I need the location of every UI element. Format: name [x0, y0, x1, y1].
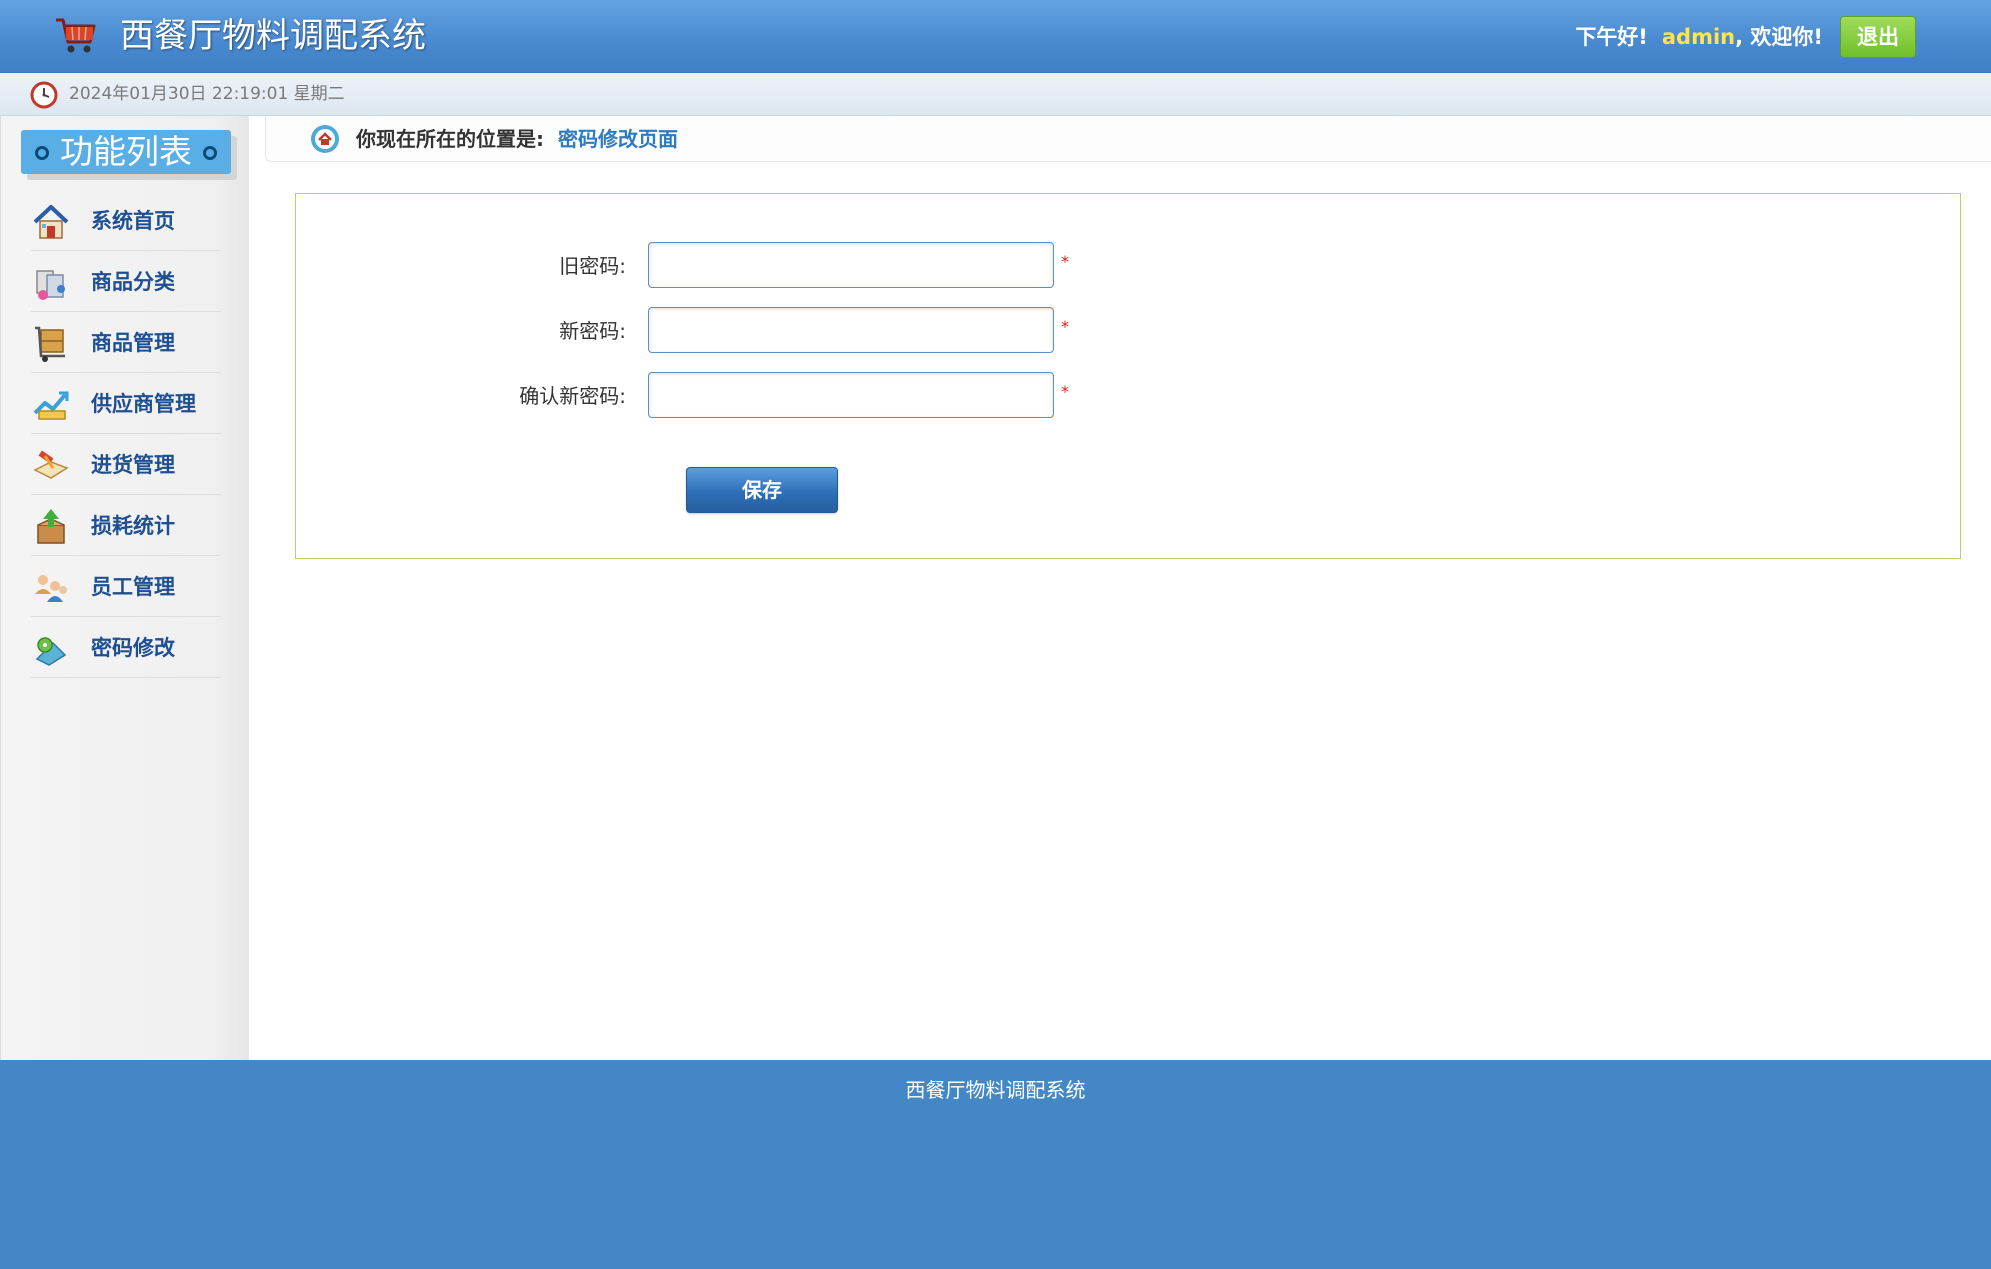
shopping-cart-icon: [56, 18, 96, 53]
breadcrumb-current-page[interactable]: 密码修改页面: [558, 125, 678, 153]
sidebar-item-purchase[interactable]: 进货管理: [31, 434, 221, 495]
sidebar-item-label: 密码修改: [91, 636, 175, 660]
new-password-label: 新密码:: [559, 319, 626, 343]
sidebar-item-password[interactable]: 密码修改: [31, 617, 221, 678]
old-password-input[interactable]: [648, 242, 1054, 288]
sidebar-item-label: 商品分类: [91, 270, 175, 294]
sidebar-item-supplier[interactable]: 供应商管理: [31, 373, 221, 434]
confirm-password-input[interactable]: [648, 372, 1054, 418]
required-mark: *: [1061, 317, 1069, 336]
sidebar-item-label: 供应商管理: [91, 392, 196, 416]
sidebar-item-home[interactable]: 系统首页: [31, 190, 221, 251]
title-dot-right-icon: [203, 146, 217, 160]
save-button[interactable]: 保存: [686, 467, 838, 513]
sidebar-item-label: 系统首页: [91, 209, 175, 233]
home-icon: [33, 205, 69, 239]
date-bar: 2024年01月30日 22:19:01 星期二: [0, 73, 1991, 116]
loss-box-icon: [37, 509, 65, 544]
confirm-password-row: 确认新密码: *: [296, 372, 1496, 420]
breadcrumb: 你现在所在的位置是: 密码修改页面: [265, 116, 1991, 162]
password-icon: [35, 637, 67, 666]
old-password-label: 旧密码:: [559, 254, 626, 278]
footer: 西餐厅物料调配系统: [0, 1060, 1991, 1269]
goods-cart-icon: [35, 326, 65, 362]
app-title: 西餐厅物料调配系统: [120, 16, 426, 56]
new-password-input[interactable]: [648, 307, 1054, 353]
menu-list: 系统首页 商品分类 商品管理 供应商管理 进货管理 损耗统计 员工管理 密码修改: [31, 190, 221, 678]
clock-icon: [30, 81, 58, 109]
category-icon: [36, 270, 65, 300]
sidebar-item-label: 商品管理: [91, 331, 175, 355]
top-header: 西餐厅物料调配系统 下午好! admin, 欢迎你! 退出: [0, 0, 1991, 73]
purchase-icon: [33, 450, 69, 479]
sidebar-item-goods[interactable]: 商品管理: [31, 312, 221, 373]
current-datetime: 2024年01月30日 22:19:01 星期二: [69, 84, 345, 104]
breadcrumb-home-icon: [311, 125, 339, 153]
footer-text: 西餐厅物料调配系统: [905, 1078, 1086, 1102]
breadcrumb-prefix: 你现在所在的位置是:: [356, 127, 544, 151]
supplier-icon: [33, 391, 69, 420]
sidebar-item-loss-stats[interactable]: 损耗统计: [31, 495, 221, 556]
staff-icon: [35, 575, 67, 602]
logout-button[interactable]: 退出: [1840, 16, 1916, 58]
password-form: 旧密码: * 新密码: * 确认新密码: * 保存: [295, 193, 1961, 559]
menu-title: 功能列表: [21, 130, 231, 174]
greeting-text: 下午好!: [1575, 25, 1648, 49]
sidebar-item-category[interactable]: 商品分类: [31, 251, 221, 312]
old-password-row: 旧密码: *: [296, 242, 1496, 290]
sidebar-item-label: 损耗统计: [91, 514, 175, 538]
greeting: 下午好! admin, 欢迎你!: [1575, 22, 1823, 52]
username: admin: [1661, 25, 1736, 49]
sidebar-item-label: 进货管理: [91, 453, 175, 477]
new-password-row: 新密码: *: [296, 307, 1496, 355]
required-mark: *: [1061, 382, 1069, 401]
sidebar-item-staff[interactable]: 员工管理: [31, 556, 221, 617]
confirm-password-label: 确认新密码:: [519, 384, 626, 408]
sidebar: 功能列表 系统首页 商品分类 商品管理 供应商管理 进货管理 损耗统计 员工管理…: [0, 116, 249, 1060]
required-mark: *: [1061, 252, 1069, 271]
sidebar-item-label: 员工管理: [91, 575, 175, 599]
menu-title-label: 功能列表: [60, 132, 192, 171]
welcome-text: , 欢迎你!: [1735, 25, 1823, 49]
